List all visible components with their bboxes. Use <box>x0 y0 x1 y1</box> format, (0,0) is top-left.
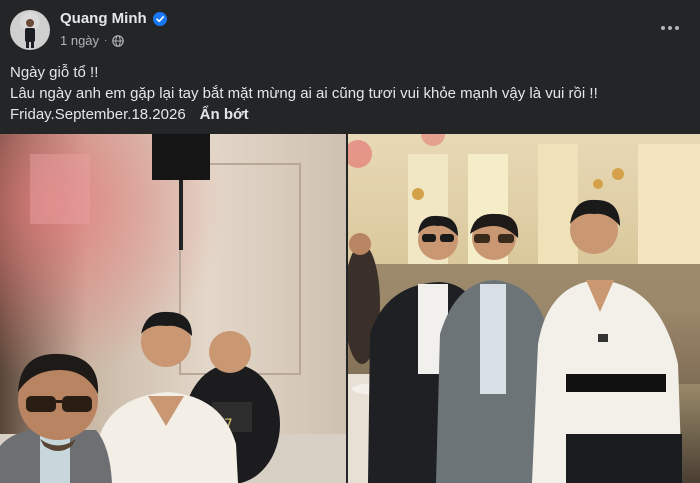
meta-separator: · <box>104 35 108 46</box>
more-options-button[interactable] <box>656 14 684 42</box>
caption-line-2: Lâu ngày anh em gặp lại tay bắt mặt mừng… <box>10 85 598 102</box>
avatar-person-figure <box>25 19 35 48</box>
verified-badge-icon <box>152 11 167 26</box>
caption-date: Friday.September.18.2026 <box>10 106 186 123</box>
more-options-icon <box>661 26 679 30</box>
post-header: Quang Minh 1 ngày · <box>0 0 700 56</box>
author-avatar[interactable] <box>10 10 50 50</box>
caption-line-1: Ngày giỗ tổ !! <box>10 64 99 81</box>
photo-left-image: 17 <box>0 134 346 483</box>
photo-right-image <box>348 134 700 483</box>
post-timestamp[interactable]: 1 ngày <box>60 33 99 48</box>
post-caption: Ngày giỗ tổ !! Lâu ngày anh em gặp lại t… <box>10 62 690 125</box>
author-name[interactable]: Quang Minh <box>60 10 147 27</box>
post-photo-right[interactable] <box>348 134 700 483</box>
post-photo-left[interactable]: 17 <box>0 134 346 483</box>
globe-icon <box>112 34 125 47</box>
see-less-link[interactable]: Ẩn bớt <box>200 104 249 125</box>
